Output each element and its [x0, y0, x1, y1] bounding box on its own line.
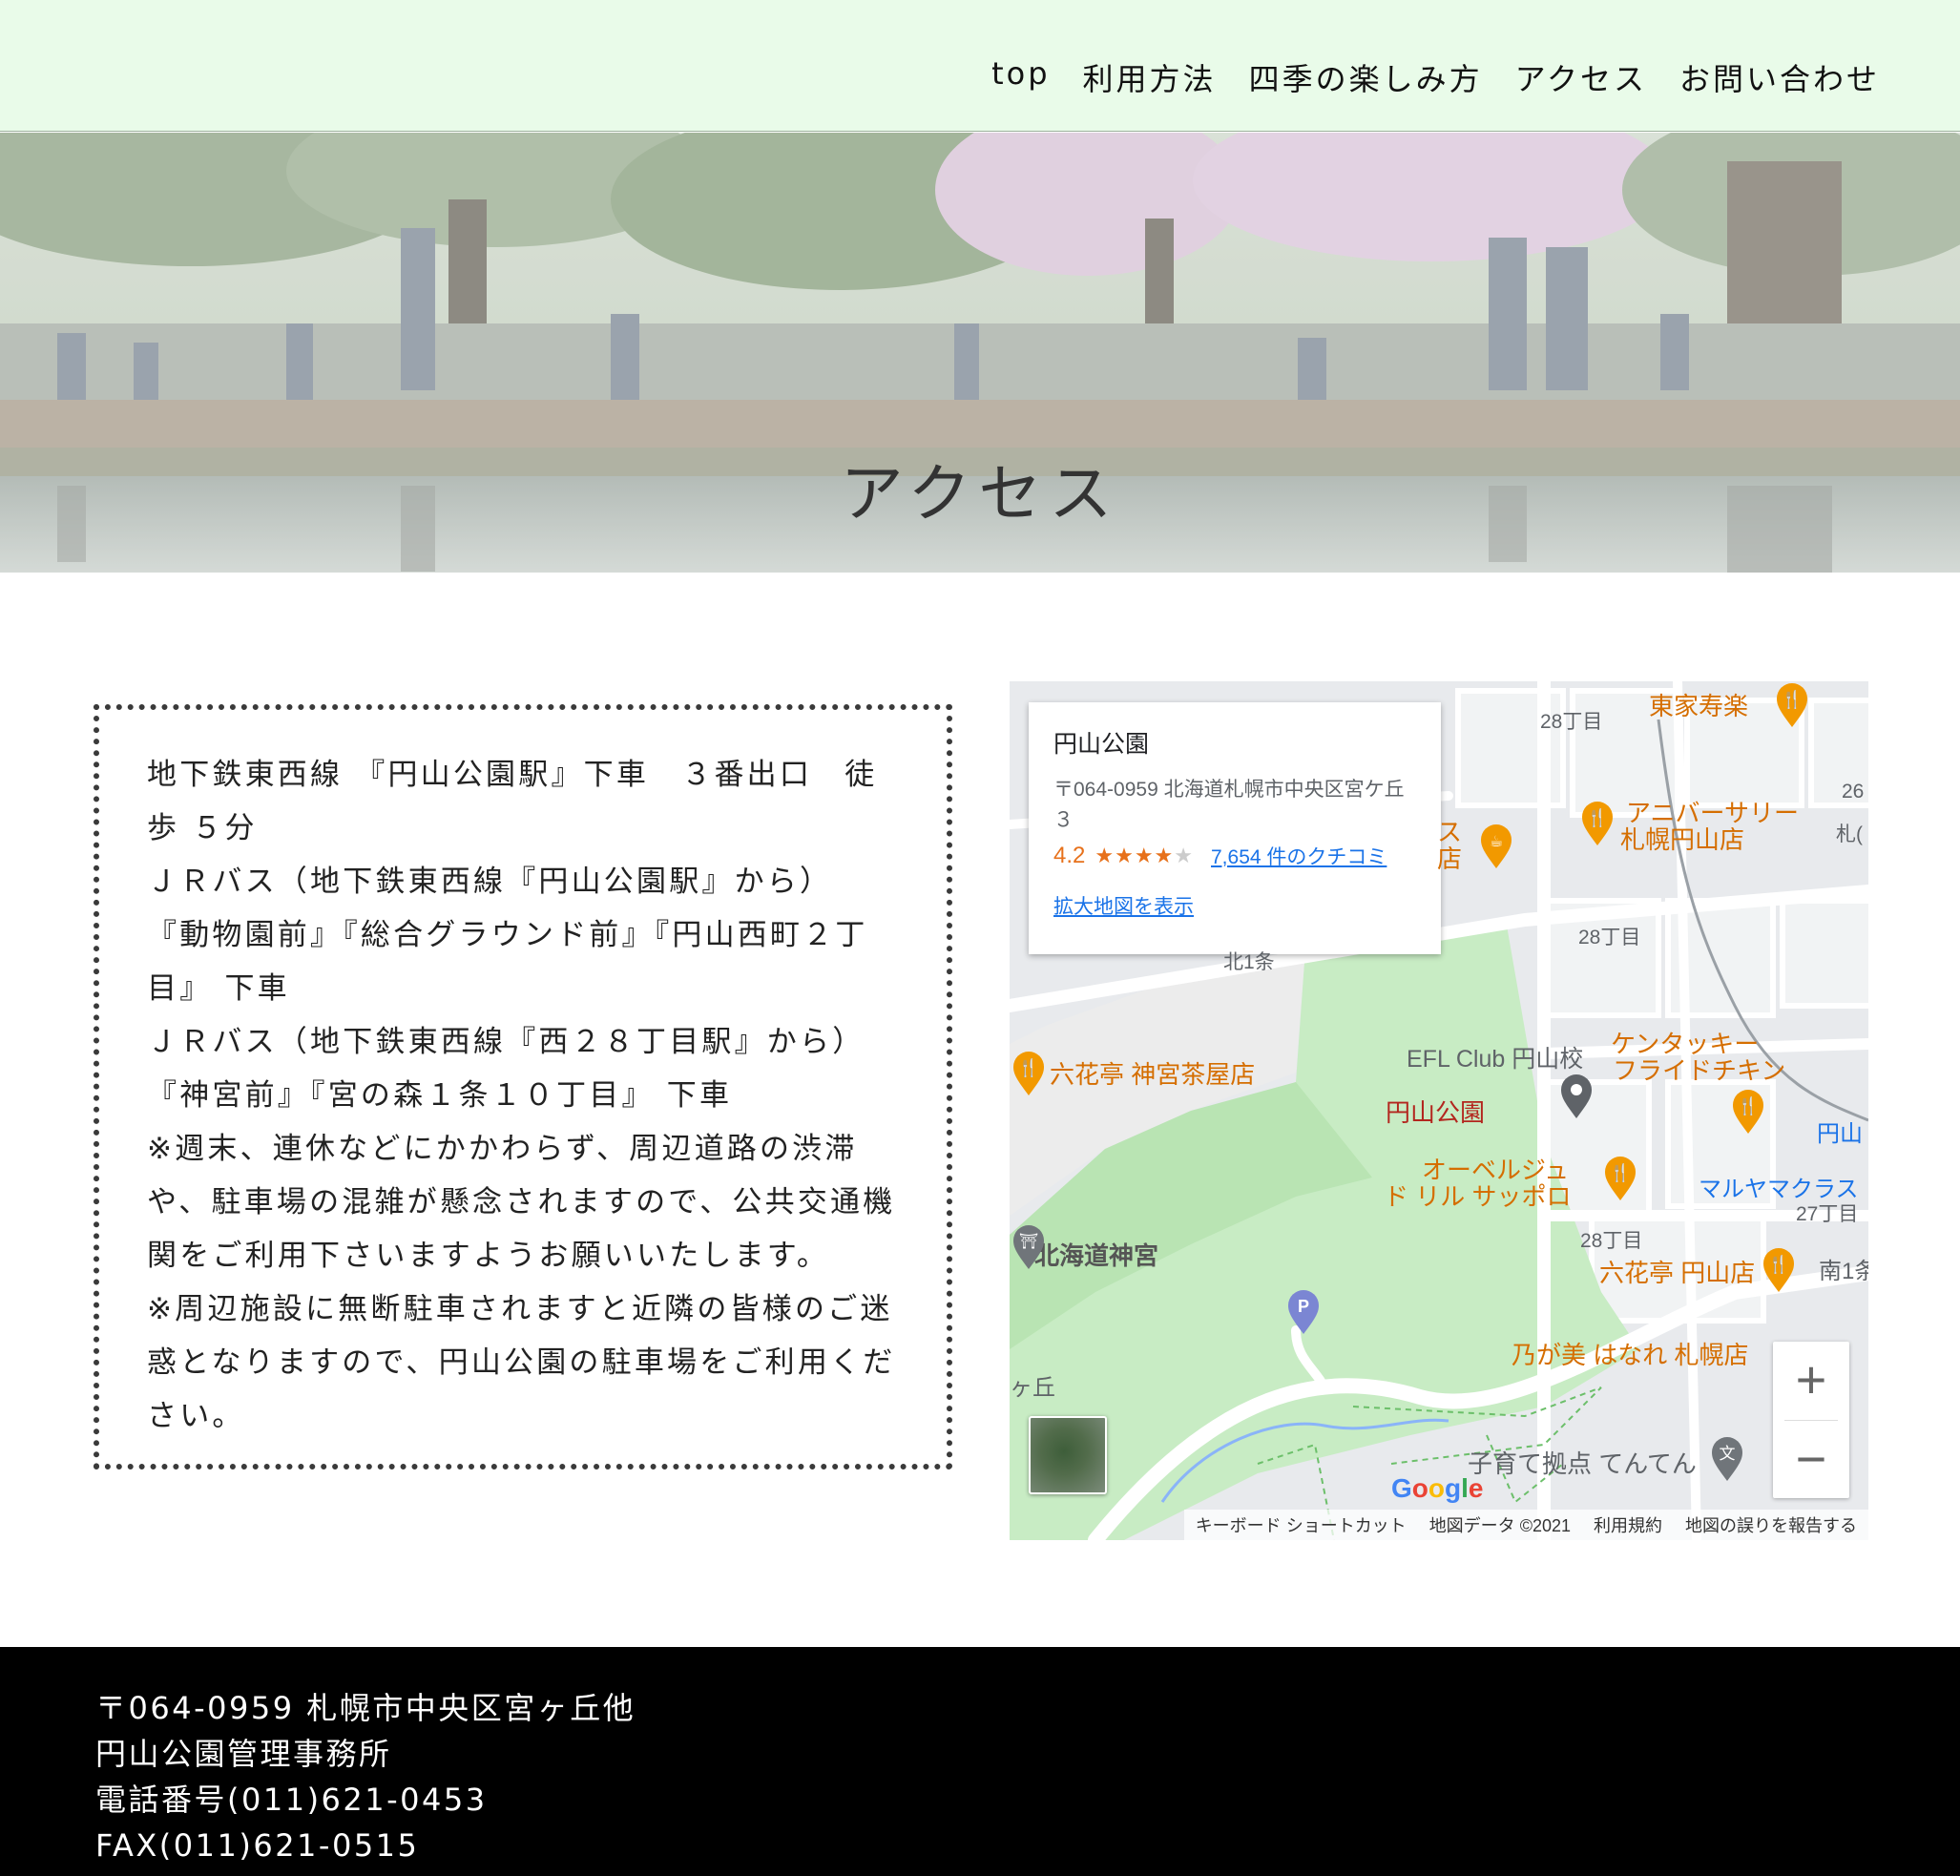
- svg-text:🍴: 🍴: [1610, 1162, 1631, 1183]
- map-label-satsu: 札(: [1836, 823, 1863, 845]
- terms-link[interactable]: 利用規約: [1594, 1512, 1662, 1537]
- svg-text:🍴: 🍴: [1738, 1095, 1759, 1116]
- parking-pin-label: P: [1298, 1297, 1309, 1316]
- main-nav: top 利用方法 四季の楽しみ方 アクセス お問い合わせ: [991, 55, 1880, 99]
- map-label-efl-club[interactable]: EFL Club 円山校: [1407, 1040, 1583, 1074]
- stars-empty: ★: [1174, 844, 1194, 867]
- map-place-card: 円山公園 〒064-0959 北海道札幌市中央区宮ケ丘３ 4.2 ★★★★★ 7…: [1029, 702, 1441, 954]
- svg-text:🍴: 🍴: [1018, 1057, 1039, 1078]
- site-footer: 〒064-0959 札幌市中央区宮ヶ丘他 円山公園管理事務所 電話番号(011)…: [0, 1647, 1960, 1876]
- access-line-stops-2: 『神宮前』『宮の森１条１０丁目』 下車: [147, 1078, 733, 1113]
- map-data-credit: 地図データ ©2021: [1428, 1516, 1571, 1535]
- site-header: top 利用方法 四季の楽しみ方 アクセス お問い合わせ: [0, 0, 1960, 132]
- google-logo: Google: [1391, 1473, 1484, 1503]
- map-label-28chome-a: 28丁目: [1540, 711, 1603, 733]
- access-line-stops-1: 『動物園前』『総合グラウンド前』『円山西町２丁目』 下車: [147, 918, 868, 1006]
- access-line-jrbus-1: ＪＲバス（地下鉄東西線『円山公園駅』から）: [147, 865, 833, 899]
- svg-text:⛩: ⛩: [1019, 1232, 1038, 1250]
- map-label-maruyama-park[interactable]: 円山公園: [1386, 1094, 1485, 1129]
- access-line-jrbus-2: ＪＲバス（地下鉄東西線『西２８丁目駅』から）: [147, 1025, 865, 1059]
- map-label-su[interactable]: ス: [1437, 819, 1462, 845]
- map-label-auberge-1[interactable]: オーベルジュ: [1422, 1157, 1569, 1183]
- map-label-auberge-2[interactable]: ド リル サッポロ: [1384, 1183, 1571, 1210]
- map-rating-value: 4.2: [1053, 843, 1086, 868]
- access-info-box: 地下鉄東西線 『円山公園駅』下車 ３番出口 徒歩 ５分 ＪＲバス（地下鉄東西線『…: [94, 704, 952, 1470]
- restaurant-pin-icon[interactable]: 🍴: [1601, 1157, 1639, 1202]
- nav-item-top[interactable]: top: [991, 55, 1050, 99]
- restaurant-pin-icon[interactable]: 🍴: [1773, 683, 1811, 729]
- map-place-name: 円山公園: [1053, 731, 1150, 758]
- map-label-28chome-b: 28丁目: [1578, 927, 1641, 948]
- map-label-ka-oka: ヶ丘: [1010, 1375, 1055, 1401]
- zoom-in-button[interactable]: +: [1773, 1342, 1849, 1420]
- view-larger-map-link[interactable]: 拡大地図を表示: [1053, 891, 1416, 920]
- map-label-anniversary-1[interactable]: アニバーサリー: [1626, 800, 1799, 826]
- shrine-pin-icon[interactable]: ⛩: [1010, 1225, 1048, 1271]
- restaurant-pin-icon[interactable]: 🍴: [1760, 1248, 1798, 1294]
- map-attribution-bar: キーボード ショートカット 地図データ ©2021 利用規約 地図の誤りを報告す…: [1183, 1510, 1868, 1540]
- report-error-link[interactable]: 地図の誤りを報告する: [1685, 1512, 1857, 1537]
- nav-item-access[interactable]: アクセス: [1515, 55, 1647, 99]
- nav-item-seasons[interactable]: 四季の楽しみ方: [1249, 55, 1483, 99]
- footer-address: 〒064-0959 札幌市中央区宮ヶ丘他: [95, 1690, 636, 1726]
- nav-item-usage[interactable]: 利用方法: [1083, 55, 1217, 99]
- star-rating-icon: ★★★★★: [1095, 844, 1194, 868]
- map-label-nogami[interactable]: 乃が美 はなれ 札幌店: [1512, 1342, 1748, 1368]
- access-note-parking: ※周辺施設に無断駐車されますと近隣の皆様のご迷惑となりますので、円山公園の駐車場…: [147, 1292, 896, 1433]
- map-label-hokkaido-jingu[interactable]: 北海道神宮: [1034, 1237, 1158, 1272]
- access-note-public-transit: ※週末、連休などにかかわらず、周辺道路の渋滞や、駐車場の混雑が懸念されますので、…: [147, 1132, 896, 1273]
- footer-fax: FAX(011)621-0515: [95, 1827, 420, 1864]
- map-label-tokaju[interactable]: 東家寿楽: [1649, 693, 1748, 719]
- page-title: アクセス: [840, 457, 1120, 531]
- parking-pin-icon[interactable]: P: [1284, 1290, 1323, 1336]
- restaurant-pin-icon[interactable]: 🍴: [1010, 1052, 1048, 1097]
- restaurant-pin-icon[interactable]: 🍴: [1729, 1090, 1767, 1136]
- nav-item-contact[interactable]: お問い合わせ: [1679, 55, 1880, 99]
- hero-banner: アクセス: [0, 133, 1960, 573]
- school-pin-label: 文: [1720, 1445, 1736, 1464]
- svg-text:🍴: 🍴: [1782, 689, 1803, 710]
- footer-office-name: 円山公園管理事務所: [95, 1736, 392, 1772]
- zoom-out-button[interactable]: −: [1773, 1421, 1849, 1499]
- map-label-rokkatei-jingu[interactable]: 六花亭 神宮茶屋店: [1050, 1061, 1255, 1088]
- map-label-rokkatei-maruyama[interactable]: 六花亭 円山店: [1599, 1260, 1755, 1286]
- map-label-maruyama-blue[interactable]: 円山: [1817, 1115, 1863, 1148]
- school-pin-icon[interactable]: 文: [1708, 1437, 1746, 1483]
- map-label-27chome: 27丁目: [1796, 1203, 1859, 1225]
- svg-text:🍴: 🍴: [1768, 1254, 1789, 1275]
- map-place-address: 〒064-0959 北海道札幌市中央区宮ケ丘３: [1053, 779, 1405, 831]
- embedded-map[interactable]: 円山公園 〒064-0959 北海道札幌市中央区宮ケ丘３ 4.2 ★★★★★ 7…: [1010, 681, 1868, 1540]
- map-label-ten[interactable]: 店: [1437, 845, 1462, 872]
- stars-filled: ★★★★: [1095, 844, 1175, 867]
- keyboard-shortcuts-link[interactable]: キーボード ショートカット: [1196, 1512, 1407, 1537]
- map-zoom-controls: + −: [1773, 1342, 1849, 1498]
- map-label-kita1: 北1条: [1223, 951, 1275, 973]
- map-label-28chome-c: 28丁目: [1580, 1230, 1643, 1252]
- svg-text:☕: ☕: [1490, 832, 1503, 850]
- map-label-kfc-2[interactable]: フライドチキン: [1613, 1057, 1785, 1084]
- map-label-kfc-1[interactable]: ケンタッキー: [1611, 1031, 1759, 1057]
- access-line-subway: 地下鉄東西線 『円山公園駅』下車 ３番出口 徒歩 ５分: [147, 758, 878, 845]
- footer-phone: 電話番号(011)621-0453: [95, 1782, 488, 1818]
- map-label-kosodate[interactable]: 子育て拠点 てんてん: [1468, 1445, 1697, 1480]
- map-reviews-link[interactable]: 7,654 件のクチコミ: [1211, 842, 1387, 870]
- cafe-pin-icon[interactable]: ☕: [1477, 824, 1515, 870]
- svg-text:🍴: 🍴: [1587, 807, 1608, 828]
- map-rating-row: 4.2 ★★★★★ 7,654 件のクチコミ: [1053, 842, 1416, 870]
- map-label-anniversary-2[interactable]: 札幌円山店: [1620, 826, 1744, 853]
- map-label-minami1: 南1条: [1819, 1259, 1868, 1284]
- map-label-26: 26: [1842, 781, 1865, 803]
- location-pin-icon[interactable]: [1557, 1074, 1595, 1120]
- satellite-toggle-button[interactable]: [1029, 1416, 1107, 1494]
- restaurant-pin-icon[interactable]: 🍴: [1578, 802, 1616, 847]
